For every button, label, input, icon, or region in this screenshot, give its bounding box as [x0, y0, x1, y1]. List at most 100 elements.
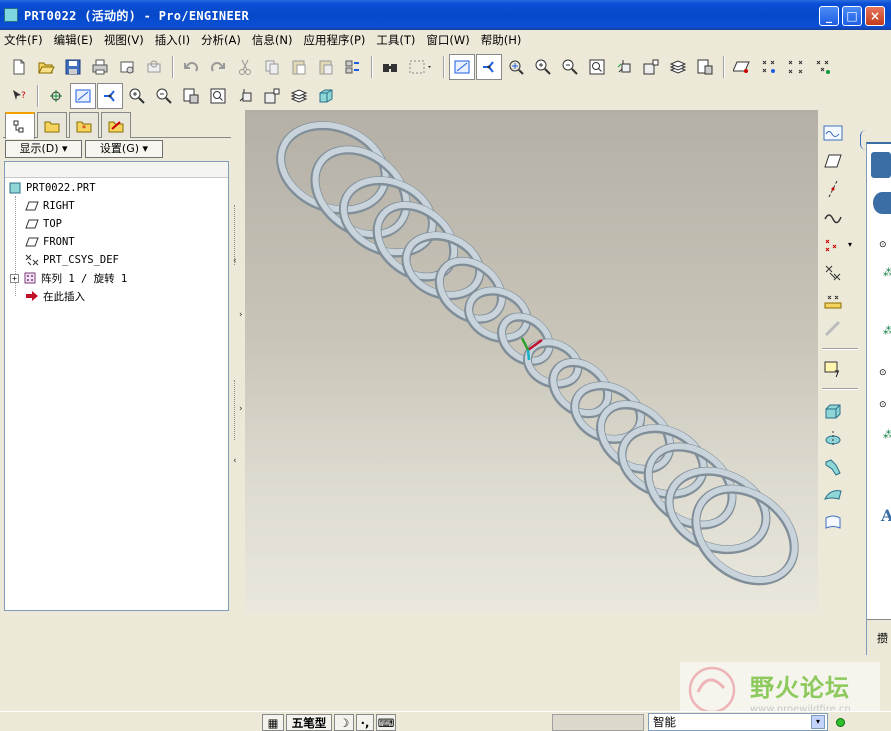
- menu-insert[interactable]: 插入(I): [155, 32, 190, 48]
- ime-punctuation-icon[interactable]: ·,: [356, 714, 374, 731]
- orient-2-icon[interactable]: [232, 83, 258, 109]
- datum-axis-tool-icon[interactable]: [820, 176, 846, 202]
- print-icon[interactable]: [87, 54, 113, 80]
- minimize-button[interactable]: _: [819, 6, 839, 26]
- pane-splitter[interactable]: ‹ › › ‹: [231, 110, 245, 613]
- datum-point-display-icon[interactable]: [503, 54, 529, 80]
- chain-link[interactable]: [268, 110, 398, 225]
- tab-model-tree[interactable]: [5, 112, 35, 139]
- revolve-tool-icon[interactable]: [820, 426, 846, 452]
- new-icon[interactable]: [6, 54, 32, 80]
- ime-switch-icon[interactable]: ▦: [262, 714, 284, 731]
- insert-analysis-icon[interactable]: [820, 316, 846, 342]
- expand-right-icon[interactable]: ›: [239, 310, 243, 320]
- tree-item-top[interactable]: TOP: [25, 215, 62, 233]
- maximize-button[interactable]: □: [842, 6, 862, 26]
- select-box-icon[interactable]: [404, 54, 438, 80]
- plane-tag-icon[interactable]: [729, 54, 755, 80]
- expand-right-icon-2[interactable]: ›: [239, 404, 243, 414]
- menu-info[interactable]: 信息(N): [252, 32, 293, 48]
- refit-2-icon[interactable]: [205, 83, 231, 109]
- menu-help[interactable]: 帮助(H): [481, 32, 522, 48]
- tree-item-insert-here[interactable]: 在此插入: [25, 287, 85, 305]
- menu-file[interactable]: 文件(F): [4, 32, 43, 48]
- panel-item-icon-3[interactable]: ⁂: [883, 428, 891, 441]
- tree-item-part[interactable]: PRT0022.PRT: [8, 179, 96, 197]
- menu-applications[interactable]: 应用程序(P): [303, 32, 365, 48]
- point-tag-icon[interactable]: [756, 54, 782, 80]
- zoom-in-icon[interactable]: [530, 54, 556, 80]
- datum-axis-toggle-icon[interactable]: [97, 83, 123, 109]
- regenerate-icon[interactable]: [340, 54, 366, 80]
- panel-item-icon-1[interactable]: ⁂: [883, 266, 891, 279]
- find-icon[interactable]: [377, 54, 403, 80]
- close-button[interactable]: ×: [865, 6, 885, 26]
- zoom-out-2-icon[interactable]: [151, 83, 177, 109]
- tree-item-right[interactable]: RIGHT: [25, 197, 75, 215]
- datum-plane-toggle-icon[interactable]: [70, 83, 96, 109]
- menu-edit[interactable]: 编辑(E): [54, 32, 93, 48]
- chain-model[interactable]: [245, 110, 818, 613]
- boundary-blend-icon[interactable]: [820, 482, 846, 508]
- tab-favorites[interactable]: *: [69, 112, 99, 138]
- shading-icon[interactable]: [313, 83, 339, 109]
- paste-icon[interactable]: [286, 54, 312, 80]
- orient-icon[interactable]: [611, 54, 637, 80]
- repaint-icon[interactable]: [178, 83, 204, 109]
- refit-icon[interactable]: [584, 54, 610, 80]
- sweep-tool-icon[interactable]: [820, 454, 846, 480]
- menu-analysis[interactable]: 分析(A): [201, 32, 241, 48]
- saved-views-icon[interactable]: [638, 54, 664, 80]
- save-icon[interactable]: [60, 54, 86, 80]
- menu-window[interactable]: 窗口(W): [426, 32, 469, 48]
- collapse-left-icon-2[interactable]: ‹: [233, 456, 237, 466]
- datum-point-tool-icon[interactable]: [820, 232, 846, 258]
- datum-point-menu-icon[interactable]: ▾: [848, 240, 852, 249]
- expand-toggle[interactable]: +: [10, 273, 19, 283]
- redo-icon[interactable]: [205, 54, 231, 80]
- datum-plane-tool-icon[interactable]: [820, 148, 846, 174]
- menu-view[interactable]: 视图(V): [104, 32, 144, 48]
- copy-icon[interactable]: [259, 54, 285, 80]
- layers-2-icon[interactable]: [286, 83, 312, 109]
- menu-tools[interactable]: 工具(T): [376, 32, 415, 48]
- csys-tag-icon[interactable]: [810, 54, 836, 80]
- ime-mode-label[interactable]: 五笔型: [286, 714, 332, 731]
- send-mail-icon[interactable]: [114, 54, 140, 80]
- saved-views-2-icon[interactable]: [259, 83, 285, 109]
- analysis-feature-icon[interactable]: [820, 288, 846, 314]
- open-icon[interactable]: [33, 54, 59, 80]
- layers-icon[interactable]: [665, 54, 691, 80]
- point-display-icon[interactable]: [783, 54, 809, 80]
- panel-item-icon-2[interactable]: ⁂: [883, 324, 891, 337]
- title-bar[interactable]: PRT0022 (活动的) - Pro/ENGINEER _ □ ×: [0, 0, 891, 30]
- ime-keyboard-icon[interactable]: ⌨: [376, 714, 396, 731]
- sketch-tool-icon[interactable]: [820, 120, 846, 146]
- style-tool-icon[interactable]: [820, 510, 846, 536]
- paste-special-icon[interactable]: [313, 54, 339, 80]
- tree-item-front[interactable]: FRONT: [25, 233, 75, 251]
- zoom-out-icon[interactable]: [557, 54, 583, 80]
- note-tool-icon[interactable]: 7: [820, 356, 846, 382]
- tab-connections[interactable]: [101, 112, 131, 138]
- whats-this-help-icon[interactable]: ?: [6, 83, 32, 109]
- view-manager-icon[interactable]: [692, 54, 718, 80]
- tree-item-pattern[interactable]: + 阵列 1 / 旋转 1: [10, 269, 127, 287]
- chain-link[interactable]: [298, 132, 423, 253]
- chevron-down-icon[interactable]: ▾: [811, 715, 825, 729]
- ime-halfwidth-icon[interactable]: ☽: [334, 714, 354, 731]
- csys-tool-icon[interactable]: [820, 260, 846, 286]
- tree-item-csys[interactable]: PRT_CSYS_DEF: [25, 251, 119, 269]
- chain-link[interactable]: [657, 457, 778, 564]
- display-dropdown[interactable]: 显示(D) ▾: [5, 140, 82, 158]
- graphics-window[interactable]: [245, 110, 818, 613]
- cut-icon[interactable]: [232, 54, 258, 80]
- settings-dropdown[interactable]: 设置(G) ▾: [85, 140, 163, 158]
- mail-attachment-icon[interactable]: [141, 54, 167, 80]
- spin-center-icon[interactable]: [43, 83, 69, 109]
- undo-icon[interactable]: [178, 54, 204, 80]
- datum-plane-display-icon[interactable]: [449, 54, 475, 80]
- selection-filter-dropdown[interactable]: 智能 ▾: [648, 713, 828, 731]
- extrude-tool-icon[interactable]: [820, 398, 846, 424]
- datum-axis-display-icon[interactable]: [476, 54, 502, 80]
